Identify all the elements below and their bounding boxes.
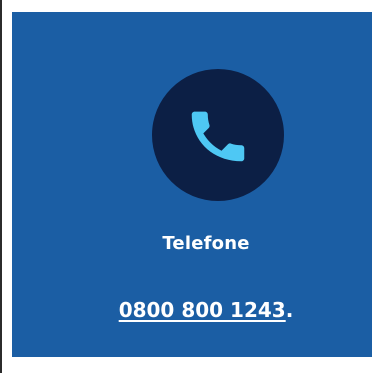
page: Telefone 0800 800 1243.	[0, 0, 385, 373]
contact-title: Telefone	[162, 233, 250, 254]
phone-number-line: 0800 800 1243.	[0, 298, 385, 322]
phone-icon-circle	[152, 69, 284, 201]
phone-number-period: .	[285, 298, 294, 322]
phone-icon	[183, 100, 253, 170]
phone-contact-card: Telefone 0800 800 1243.	[12, 12, 372, 357]
phone-number-link[interactable]: 0800 800 1243	[119, 298, 286, 322]
